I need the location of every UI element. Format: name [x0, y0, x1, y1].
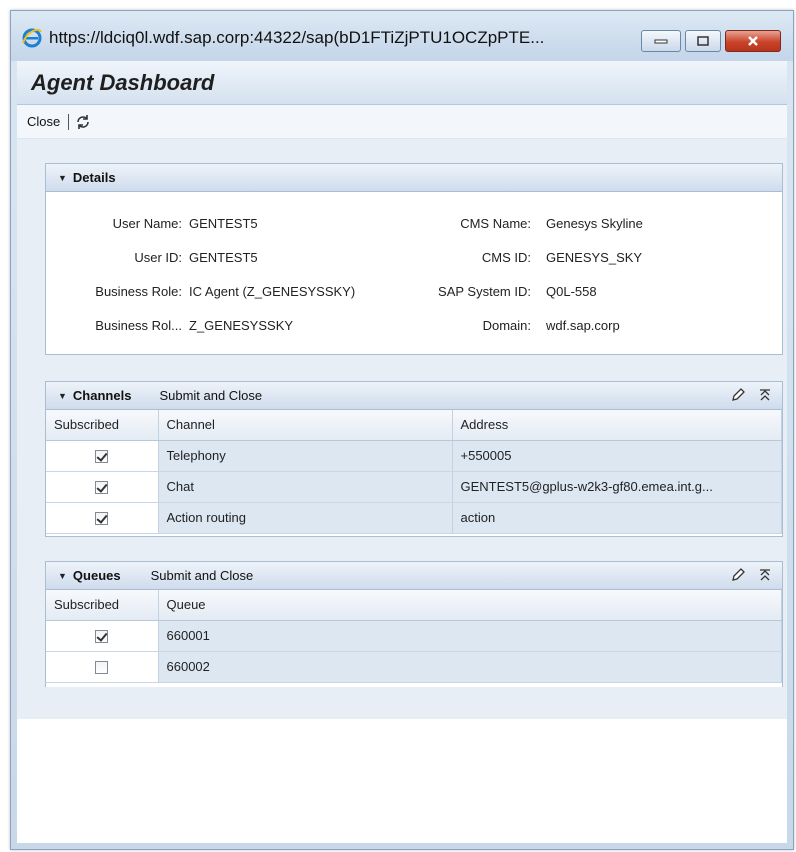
- user-id-label: User ID:: [134, 250, 182, 265]
- refresh-icon[interactable]: [75, 114, 91, 130]
- details-panel: ▼ Details User Name: GENTEST5 User ID: G…: [45, 163, 783, 355]
- channels-panel-header: ▼ Channels Submit and Close: [46, 382, 782, 410]
- subscribed-cell: [46, 502, 159, 534]
- channel-cell: Chat: [158, 471, 453, 503]
- cms-name-label: CMS Name:: [460, 216, 531, 231]
- subscribed-checkbox[interactable]: [95, 481, 109, 495]
- window-title-url: https://ldciq0l.wdf.sap.corp:44322/sap(b…: [49, 28, 545, 47]
- user-id-value: GENTEST5: [189, 250, 258, 265]
- subscribed-cell: [46, 471, 159, 503]
- page-content: Agent Dashboard Close ▼ Details User Nam…: [17, 61, 787, 843]
- subscribed-checkbox[interactable]: [95, 661, 109, 675]
- queues-panel-header: ▼ Queues Submit and Close: [46, 562, 782, 590]
- address-cell: action: [452, 502, 782, 534]
- user-name-label: User Name:: [112, 216, 182, 231]
- minimize-button[interactable]: [641, 30, 681, 52]
- app-header: Agent Dashboard: [17, 61, 787, 105]
- user-name-value: GENTEST5: [189, 216, 258, 231]
- browser-window: https://ldciq0l.wdf.sap.corp:44322/sap(b…: [10, 10, 794, 850]
- maximize-icon: [697, 36, 709, 46]
- column-header-address[interactable]: Address: [452, 410, 782, 441]
- queues-title: Queues: [72, 568, 121, 583]
- toolbar: Close: [17, 105, 787, 139]
- domain-value: wdf.sap.corp: [546, 318, 620, 333]
- dashboard-area: ▼ Details User Name: GENTEST5 User ID: G…: [17, 139, 787, 719]
- column-header-queue[interactable]: Queue: [158, 590, 782, 621]
- channel-cell: Action routing: [158, 502, 453, 534]
- channels-panel: ▼ Channels Submit and Close Subscribed C…: [45, 381, 783, 537]
- close-link[interactable]: Close: [27, 114, 60, 129]
- business-role-id-label: Business Rol...: [95, 318, 182, 333]
- address-cell: GENTEST5@gplus-w2k3-gf80.emea.int.g...: [452, 471, 782, 503]
- queue-cell: 660001: [158, 620, 782, 652]
- minimize-icon: [654, 39, 668, 44]
- toolbar-separator: [68, 113, 70, 130]
- cms-id-label: CMS ID:: [481, 250, 531, 265]
- window-titlebar[interactable]: https://ldciq0l.wdf.sap.corp:44322/sap(b…: [11, 11, 793, 61]
- queues-table: Subscribed Queue 660001 660002: [46, 590, 782, 683]
- subscribed-cell: [46, 620, 159, 652]
- collapse-panel-icon[interactable]: [758, 567, 772, 583]
- sap-system-id-label: SAP System ID:: [438, 284, 531, 299]
- queues-submit-and-close-button[interactable]: Submit and Close: [151, 568, 254, 583]
- column-header-subscribed[interactable]: Subscribed: [46, 590, 159, 621]
- page-title: Agent Dashboard: [31, 70, 215, 95]
- column-header-channel[interactable]: Channel: [158, 410, 453, 441]
- column-header-subscribed[interactable]: Subscribed: [46, 410, 159, 441]
- address-cell: +550005: [452, 440, 782, 472]
- table-row[interactable]: Action routing action: [46, 502, 782, 534]
- details-body: User Name: GENTEST5 User ID: GENTEST5 Bu…: [46, 192, 782, 354]
- subscribed-checkbox[interactable]: [95, 512, 109, 526]
- queue-cell: 660002: [158, 651, 782, 683]
- edit-pencil-icon[interactable]: [730, 567, 746, 583]
- domain-label: Domain:: [482, 318, 531, 333]
- table-row[interactable]: 660001: [46, 620, 782, 652]
- maximize-button[interactable]: [685, 30, 721, 52]
- subscribed-cell: [46, 440, 159, 472]
- channels-submit-and-close-button[interactable]: Submit and Close: [159, 388, 262, 403]
- details-title: Details: [72, 170, 116, 185]
- business-role-label: Business Role:: [95, 284, 182, 299]
- edit-pencil-icon[interactable]: [730, 387, 746, 403]
- table-row[interactable]: Telephony +550005: [46, 440, 782, 472]
- cms-name-value: Genesys Skyline: [546, 216, 643, 231]
- sap-system-id-value: Q0L-558: [546, 284, 597, 299]
- table-row[interactable]: 660002: [46, 651, 782, 683]
- collapse-triangle-icon[interactable]: ▼: [58, 391, 67, 401]
- channel-cell: Telephony: [158, 440, 453, 472]
- business-role-id-value: Z_GENESYSSKY: [189, 318, 294, 333]
- channels-title: Channels: [72, 388, 132, 403]
- table-row[interactable]: Chat GENTEST5@gplus-w2k3-gf80.emea.int.g…: [46, 471, 782, 503]
- queues-panel: ▼ Queues Submit and Close Subscribed Que…: [45, 561, 783, 687]
- cms-id-value: GENESYS_SKY: [546, 250, 643, 265]
- channels-table: Subscribed Channel Address Telephony +55…: [46, 410, 782, 534]
- window-close-button[interactable]: [725, 30, 781, 52]
- subscribed-cell: [46, 651, 159, 683]
- collapse-panel-icon[interactable]: [758, 387, 772, 403]
- collapse-triangle-icon[interactable]: ▼: [58, 571, 67, 581]
- details-panel-header[interactable]: ▼ Details: [46, 164, 782, 192]
- subscribed-checkbox[interactable]: [95, 630, 109, 644]
- internet-explorer-icon: [22, 28, 42, 48]
- subscribed-checkbox[interactable]: [95, 450, 109, 464]
- collapse-triangle-icon[interactable]: ▼: [58, 173, 67, 183]
- business-role-value: IC Agent (Z_GENESYSSKY): [189, 284, 356, 299]
- close-icon: [748, 36, 758, 46]
